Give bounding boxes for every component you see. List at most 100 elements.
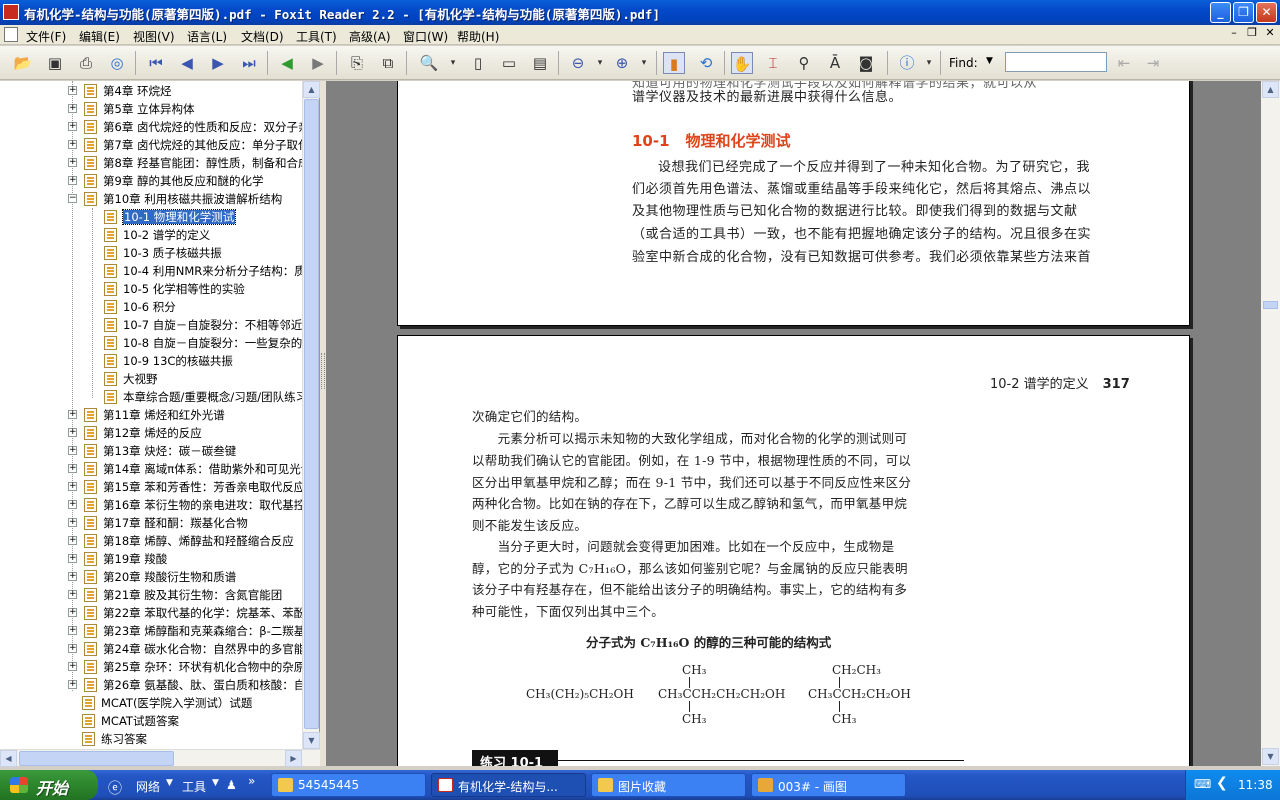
bookmark-item[interactable]: + 第8章 羟基官能团：醇性质，制备和合成 [68,154,302,172]
zoom-out-dropdown-icon[interactable]: ▾ [589,52,611,74]
hand-tool-icon[interactable]: ✋ [731,52,753,74]
expand-icon[interactable]: + [68,428,77,437]
bookmark-item[interactable]: 10-8 自旋－自旋裂分：一些复杂的情况 [104,334,302,352]
snapshot-icon[interactable]: ◙ [855,52,877,74]
zoom-in-tool-icon[interactable]: ⊕ [611,52,633,74]
bookmark-item[interactable]: 10-6 积分 [104,298,176,316]
tray-arrow-icon[interactable]: ❮ [1216,775,1228,791]
scroll-up-arrow-icon[interactable]: ▲ [303,81,320,98]
bookmark-item[interactable]: + 第15章 苯和芳香性：芳香亲电取代反应 [68,478,302,496]
bookmark-item[interactable]: MCAT试题答案 [82,712,179,730]
scroll-thumb[interactable] [304,99,319,729]
bookmark-horizontal-scrollbar[interactable]: ◀ ▶ [0,749,320,767]
bookmark-item[interactable]: + 第7章 卤代烷烃的其他反应：单分子取代和消除 [68,136,302,154]
menu-window[interactable]: 窗口(W) [403,28,448,45]
task-folder[interactable]: 54545445 [271,773,426,797]
splitter-grip[interactable] [321,353,325,389]
forward-icon[interactable]: ▶ [307,52,329,74]
expand-icon[interactable]: + [68,464,77,473]
quicklaunch-network[interactable]: 网络 [136,778,160,795]
actual-size-icon[interactable]: ▯ [467,52,489,74]
keyboard-icon[interactable]: ⌨ [1194,777,1211,791]
bookmark-item[interactable]: + 第25章 杂环：环状有机化合物中的杂原子 [68,658,302,676]
bookmark-item[interactable]: + 第16章 苯衍生物的亲电进攻：取代基控制区域选择性 [68,496,302,514]
expand-icon[interactable]: + [68,158,77,167]
back-icon[interactable]: ◀ [276,52,298,74]
menu-language[interactable]: 语言(L) [187,28,227,45]
task-pictures[interactable]: 图片收藏 [591,773,746,797]
bookmark-item[interactable]: 10-5 化学相等性的实验 [104,280,245,298]
bookmark-item[interactable]: MCAT(医学院入学测试）试题 [82,694,252,712]
task-foxit-reader[interactable]: 有机化学-结构与... [431,773,586,797]
bookmark-item[interactable]: + 第14章 离域π体系：借助紫外和可见光谱的研究 [68,460,302,478]
bookmark-item[interactable]: + 第20章 羧酸衍生物和质谱 [68,568,236,586]
menu-document[interactable]: 文档(D) [241,28,284,45]
open-icon[interactable]: 📂 [12,52,34,74]
prev-page-icon[interactable]: ◀ [176,52,198,74]
bookmark-item[interactable]: + 第21章 胺及其衍生物：含氮官能团 [68,586,282,604]
bookmark-item[interactable]: + 第23章 烯醇酯和克莱森缩合：β-二羰基化合物 [68,622,302,640]
scroll-thumb[interactable] [1263,301,1278,309]
expand-icon[interactable]: + [68,446,77,455]
first-page-icon[interactable]: ⏮ [145,52,167,74]
typewriter-icon[interactable]: Ā [824,52,846,74]
bookmark-item[interactable]: + 第13章 炔烃：碳－碳叁键 [68,442,236,460]
bookmark-item[interactable]: + 第5章 立体异构体 [68,100,194,118]
bookmark-item[interactable]: 10-3 质子核磁共振 [104,244,222,262]
document-view[interactable]: 知道可用的物理和化学测试手段以及如何解释谱学的结果，就可以从 谱学仪器及技术的最… [326,81,1261,766]
rotate-icon[interactable]: ⟲ [695,52,717,74]
foxit-app-icon[interactable] [3,4,19,20]
expand-icon[interactable]: + [68,140,77,149]
scroll-down-arrow-icon[interactable]: ▼ [303,732,320,749]
bookmark-item[interactable]: − 第10章 利用核磁共振波谱解析结构 [68,190,282,208]
collapse-icon[interactable]: − [68,194,77,203]
document-vertical-scrollbar[interactable]: ▲ ▼ [1261,81,1280,766]
fit-width-icon[interactable]: ▤ [529,52,551,74]
bookmark-item[interactable]: + 第11章 烯烃和红外光谱 [68,406,225,424]
expand-icon[interactable]: + [68,176,77,185]
find-prev-icon[interactable]: ⇤ [1113,52,1135,74]
bookmark-item[interactable]: + 第22章 苯取代基的化学：烷基苯、苯酚和苯胺 [68,604,302,622]
minimize-button[interactable]: _ [1210,2,1231,23]
menu-help[interactable]: 帮助(H) [457,28,499,45]
next-page-icon[interactable]: ▶ [207,52,229,74]
expand-icon[interactable]: + [68,554,77,563]
expand-icon[interactable]: + [68,572,77,581]
select-text-icon[interactable]: ⌶ [762,52,784,74]
bookmark-item[interactable]: + 第26章 氨基酸、肽、蛋白质和核酸：自然界中的含氮聚合物 [68,676,302,694]
mdi-minimize-button[interactable]: – [1226,26,1242,39]
copy-page-icon[interactable]: ⧉ [377,52,399,74]
bookmark-item[interactable]: + 第6章 卤代烷烃的性质和反应：双分子亲核取代 [68,118,302,136]
tools-dropdown-icon[interactable]: ▼ [212,778,219,788]
scroll-up-arrow-icon[interactable]: ▲ [1262,81,1279,98]
bookmark-item[interactable]: + 第12章 烯烃的反应 [68,424,202,442]
menu-file[interactable]: 文件(F) [26,28,66,45]
print-icon[interactable]: ⎙ [75,52,97,74]
zoom-dropdown-icon[interactable]: ▾ [442,52,464,74]
document-icon[interactable] [4,27,18,42]
expand-icon[interactable]: + [68,518,77,527]
expand-icon[interactable]: + [68,482,77,491]
zoom-in-icon[interactable]: 🔍 [418,52,440,74]
bookmark-item[interactable]: + 第24章 碳水化合物：自然界中的多官能团化合物 [68,640,302,658]
scroll-left-arrow-icon[interactable]: ◀ [0,750,17,767]
find-next-icon[interactable]: ⇥ [1142,52,1164,74]
ie-icon[interactable]: ⓔ [108,778,122,798]
find-dropdown-icon[interactable]: ▼ [986,56,993,66]
bookmark-item[interactable]: + 第4章 环烷烃 [68,82,171,100]
bookmark-item[interactable]: + 第9章 醇的其他反应和醚的化学 [68,172,263,190]
expand-icon[interactable]: + [68,644,77,653]
scroll-right-arrow-icon[interactable]: ▶ [285,750,302,767]
task-paint[interactable]: 003# - 画图 [751,773,906,797]
bookmark-item[interactable]: 本章综合题/重要概念/习题/团队练习 [104,388,302,406]
maximize-button[interactable]: ❐ [1233,2,1254,23]
extract-icon[interactable]: ⎘ [346,52,368,74]
bookmark-panel-icon[interactable]: ▮ [663,52,685,74]
find-input[interactable] [1005,52,1107,72]
bookmark-item[interactable]: 10-2 谱学的定义 [104,226,210,244]
expand-icon[interactable]: + [68,626,77,635]
bookmark-item[interactable]: 练习答案 [82,730,147,748]
bookmark-item[interactable]: 大视野 [104,370,158,388]
bookmark-item[interactable]: 10-9 13C的核磁共振 [104,352,233,370]
menu-tools[interactable]: 工具(T) [296,28,337,45]
